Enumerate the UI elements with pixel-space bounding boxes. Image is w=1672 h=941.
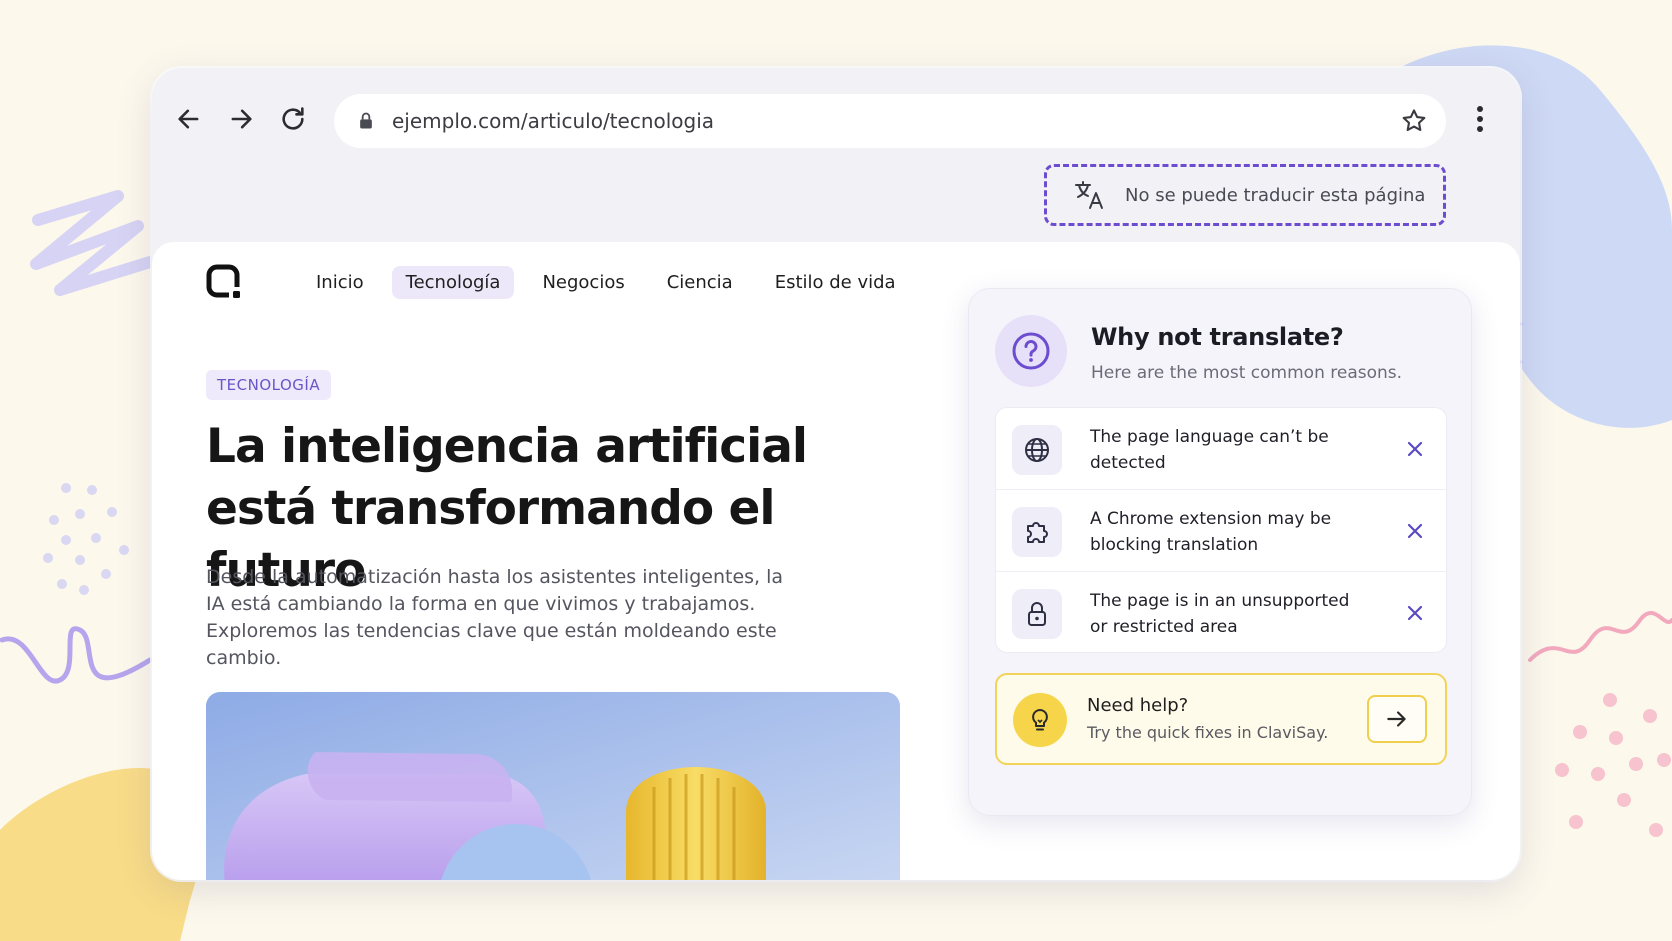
help-icon-circle [1013,693,1067,747]
arrow-right-icon [231,109,252,129]
dismiss-reason-button[interactable] [1402,436,1428,462]
nav-estilo-de-vida[interactable]: Estilo de vida [761,266,910,299]
translate-status-chip[interactable]: No se puede traducir esta página [1044,164,1446,226]
reasons-list: The page language can’t be detected A Ch… [995,407,1447,653]
lightbulb-icon [1032,709,1048,731]
lock-icon [1028,602,1046,626]
reason-item-extension[interactable]: A Chrome extension may be blocking trans… [996,490,1446,572]
reason-item-language[interactable]: The page language can’t be detected [996,408,1446,490]
arrow-left-icon [178,109,199,129]
reason-text: The page language can’t be detected [1090,427,1329,473]
question-icon [1012,332,1050,370]
lock-icon [360,112,372,129]
forward-button[interactable] [218,96,264,142]
close-icon [1407,523,1423,539]
more-vertical-icon [1477,106,1483,132]
headline-line-1: La inteligencia artificial [206,419,808,474]
translate-icon [1075,181,1103,209]
site-logo[interactable] [206,264,242,300]
reason-icon-box [1012,425,1062,475]
dismiss-reason-button[interactable] [1402,600,1428,626]
reason-icon-box [1012,589,1062,639]
reason-icon-box [1012,507,1062,557]
translate-status-text: No se puede traducir esta página [1125,184,1426,206]
article-lede: Desde la automatización hasta los asiste… [206,566,784,669]
star-icon[interactable] [1400,107,1428,135]
browser-menu-button[interactable] [1460,96,1500,142]
url-text: ejemplo.com/articulo/tecnologia [392,109,715,133]
panel-subtitle: Here are the most common reasons. [1091,363,1403,383]
globe-icon [1025,438,1049,462]
site-navigation: Inicio Tecnología Negocios Ciencia Estil… [302,266,924,299]
help-title: Need help? [1087,695,1189,716]
nav-inicio[interactable]: Inicio [302,266,378,299]
help-subtitle: Try the quick fixes in ClaviSay. [1087,723,1329,742]
arrow-right-icon [1387,711,1406,727]
close-icon [1407,441,1423,457]
dismiss-reason-button[interactable] [1402,518,1428,544]
translate-help-panel: Why not translate? Here are the most com… [968,288,1472,816]
reason-text: A Chrome extension may be blocking trans… [1090,509,1332,555]
help-card[interactable]: Need help? Try the quick fixes in ClaviS… [995,673,1447,765]
nav-tecnologia[interactable]: Tecnología [391,266,515,299]
reload-icon [282,107,304,130]
reload-button[interactable] [270,96,316,142]
back-button[interactable] [166,96,212,142]
nav-negocios[interactable]: Negocios [528,266,638,299]
category-badge[interactable]: TECNOLOGÍA [206,370,332,400]
panel-title: Why not translate? [1091,323,1344,351]
address-bar[interactable]: ejemplo.com/articulo/tecnologia [334,94,1446,148]
browser-toolbar: ejemplo.com/articulo/tecnologia [152,68,1520,176]
reason-item-restricted[interactable]: The page is in an unsupported or restric… [996,572,1446,654]
web-page: Inicio Tecnología Negocios Ciencia Estil… [152,242,1520,880]
reason-text: The page is in an unsupported or restric… [1090,591,1350,637]
hero-image [206,692,900,880]
nav-ciencia[interactable]: Ciencia [653,266,747,299]
panel-icon-circle [995,315,1067,387]
browser-window: ejemplo.com/articulo/tecnologia No se pu… [152,68,1520,880]
help-open-button[interactable] [1367,695,1427,743]
puzzle-icon [1027,522,1048,543]
close-icon [1407,605,1423,621]
